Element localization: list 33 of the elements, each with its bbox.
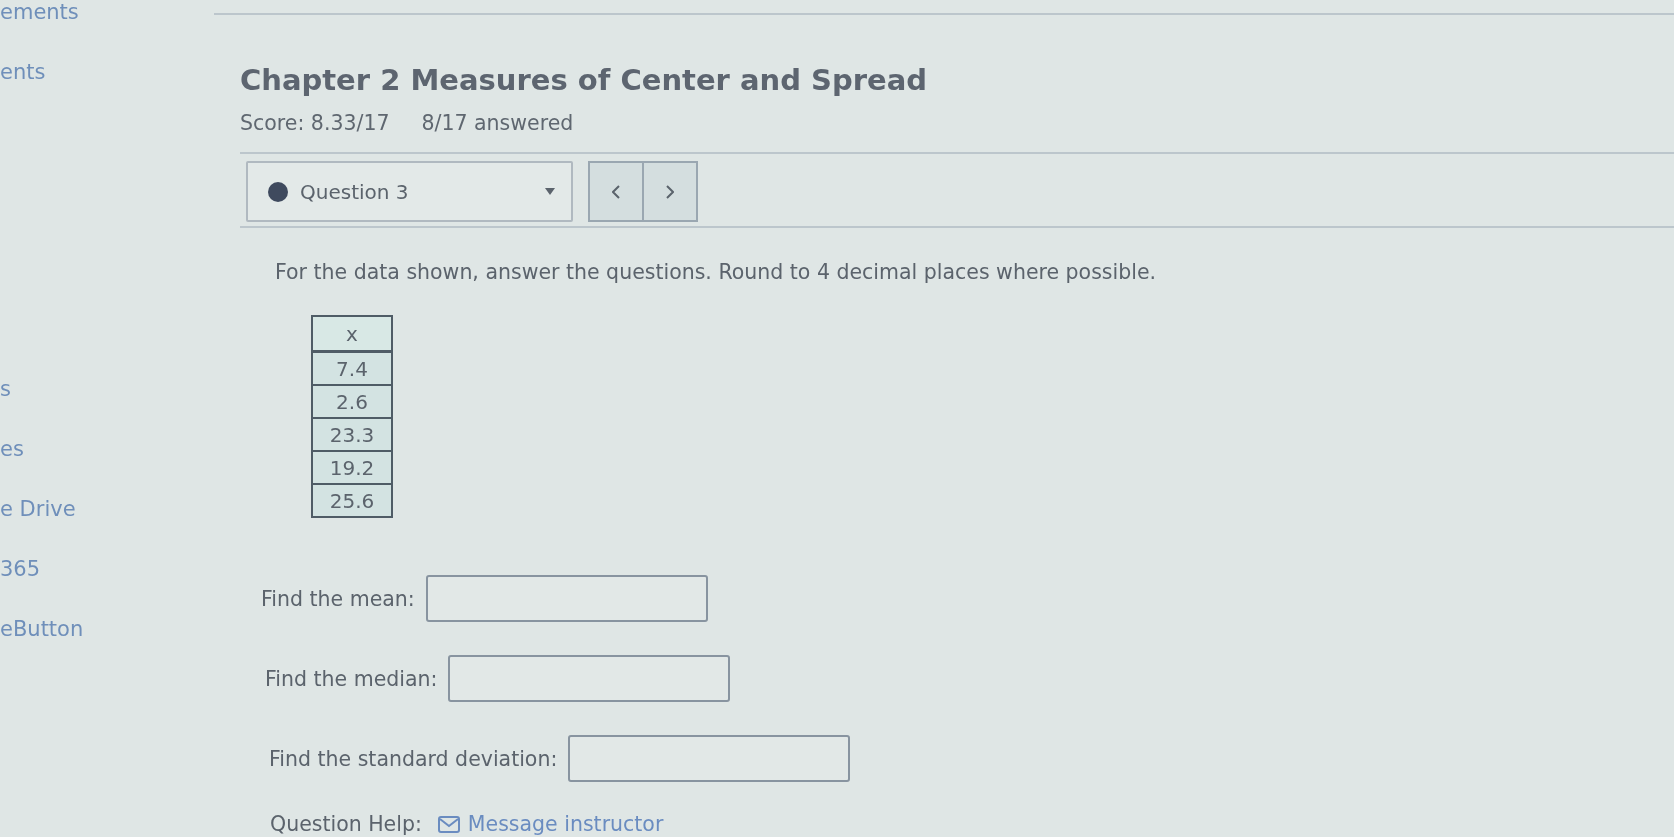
table-cell: 25.6 (312, 484, 392, 517)
help-label: Question Help: (270, 812, 422, 836)
table-cell: 7.4 (312, 351, 392, 385)
answer-field[interactable] (448, 655, 731, 702)
question-select[interactable]: Question 3 (246, 161, 573, 222)
status-dot-icon (268, 181, 288, 202)
page-title: Chapter 2 Measures of Center and Spread (240, 63, 927, 98)
previous-button[interactable] (588, 161, 644, 222)
sidebar-link[interactable]: s (0, 377, 11, 401)
chevron-right-icon (666, 184, 674, 199)
answered-count: 8/17 answered (421, 111, 574, 135)
answer-label: Find the standard deviation: (269, 745, 558, 772)
message-instructor-link[interactable]: Message instructor (437, 812, 664, 836)
table-cell: 2.6 (312, 385, 392, 418)
answer-field[interactable] (425, 575, 708, 622)
sidebar-link[interactable]: eButton (0, 617, 84, 641)
sidebar-link[interactable]: ements (0, 0, 79, 24)
caret-icon (545, 188, 555, 195)
next-button[interactable] (642, 161, 698, 222)
table-header-cell: x (312, 316, 392, 352)
sidebar-link[interactable]: e Drive (0, 497, 76, 521)
sidebar-link[interactable]: 365 (0, 557, 41, 581)
table-cell: 19.2 (312, 451, 392, 484)
question-prompt: For the data shown, answer the questions. Round to 4 decimal places where possible. (275, 259, 1157, 285)
answer-field[interactable] (568, 735, 851, 782)
sidebar-link[interactable]: ents (0, 60, 46, 84)
answer-label: Find the mean: (261, 585, 415, 612)
table-cell: 23.3 (312, 418, 392, 451)
sidebar-link[interactable]: es (0, 437, 24, 461)
mail-icon (437, 815, 460, 833)
chevron-left-icon (612, 184, 620, 199)
answer-label: Find the median: (265, 665, 438, 692)
score-text: Score: 8.33/17 (240, 111, 390, 135)
